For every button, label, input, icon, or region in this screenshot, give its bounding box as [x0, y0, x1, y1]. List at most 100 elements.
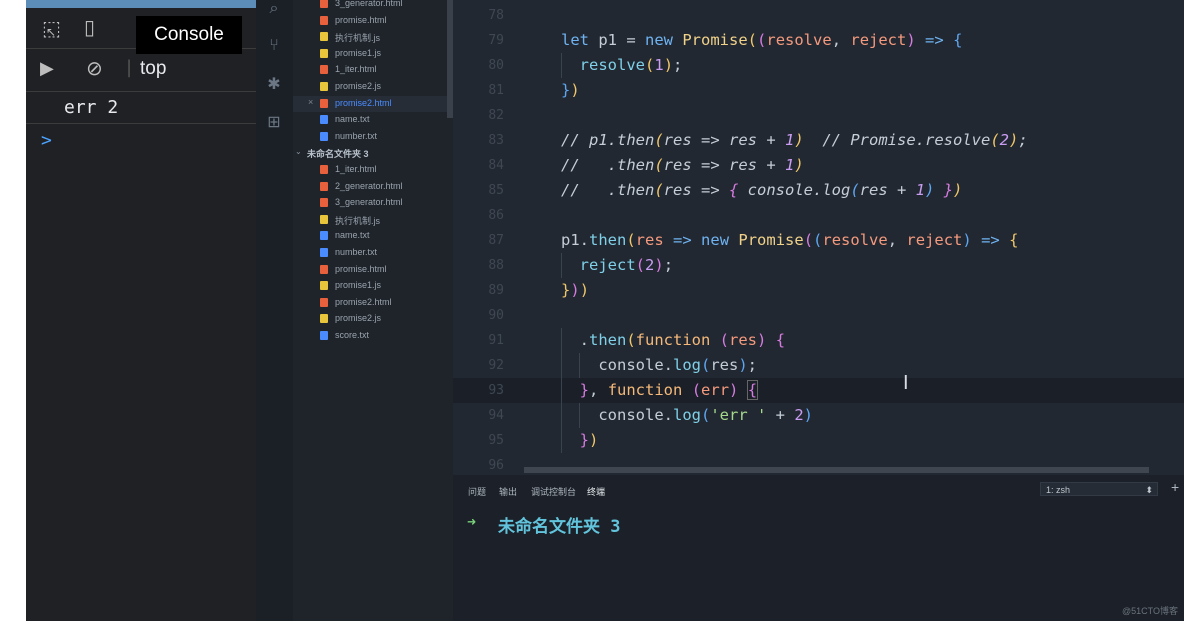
tab-problems[interactable]: 问题 [468, 485, 486, 498]
inspect-arrow-icon: ↖ [46, 25, 57, 39]
code-text: .then(function (res) { [561, 331, 786, 349]
devtools-toolbar: ⬚ ↖ ▯ Console [26, 8, 256, 54]
txt-file-icon [320, 115, 328, 125]
chevron-updown-icon: ⬍ [1145, 485, 1153, 495]
file-name: name.txt [335, 114, 370, 125]
line-number: 81 [488, 83, 504, 98]
file-name: 执行机制.js [335, 215, 381, 226]
html-file-icon [320, 297, 328, 307]
line-number: 83 [488, 133, 504, 148]
console-log-line: err 2 [64, 97, 119, 118]
line-number: 80 [488, 58, 504, 73]
file-name: promise.html [335, 14, 387, 25]
file-row[interactable]: promise.html [293, 13, 453, 29]
editor-horizontal-scrollbar[interactable] [524, 467, 1149, 473]
line-number: 90 [488, 308, 504, 323]
file-name: promise2.js [335, 81, 382, 91]
search-icon[interactable]: ⌕ [264, 0, 284, 20]
js-file-icon [320, 82, 328, 91]
file-name: name.txt [335, 230, 370, 241]
code-editor[interactable]: 78 79 let p1 = new Promise((resolve, rej… [453, 0, 1184, 475]
close-icon[interactable]: × [308, 97, 313, 107]
device-toggle-icon[interactable]: ▯ [84, 15, 95, 39]
tab-terminal[interactable]: 终端 [587, 485, 605, 498]
file-name: score.txt [335, 330, 370, 340]
file-row[interactable]: promise2.js [293, 311, 453, 327]
file-row[interactable]: × promise2.html [293, 95, 453, 112]
tab-debug-console[interactable]: 调试控制台 [531, 485, 576, 498]
indent-guide [579, 353, 580, 378]
file-row[interactable]: 2_generator.html [293, 179, 453, 195]
indent-guide [561, 328, 562, 453]
html-file-icon [320, 264, 328, 274]
line-number: 84 [488, 158, 504, 173]
console-toolbar: ▶ ⊘ | top [26, 49, 256, 92]
js-file-icon [320, 281, 328, 291]
line-number: 93 [488, 383, 504, 398]
file-name: promise2.js [335, 313, 382, 324]
html-file-icon [320, 15, 328, 25]
file-row[interactable]: name.txt [293, 228, 453, 244]
code-text: reject(2); [579, 256, 674, 274]
line-number: 94 [488, 408, 504, 423]
toolbar-divider: | [126, 57, 133, 78]
indent-guide [561, 53, 562, 78]
file-name: number.txt [335, 130, 378, 141]
new-terminal-button[interactable]: + [1171, 479, 1179, 495]
html-file-icon [320, 65, 328, 75]
file-name: number.txt [335, 247, 378, 257]
html-file-icon [320, 0, 328, 8]
clear-console-icon[interactable]: ⊘ [86, 56, 103, 80]
file-row[interactable]: 3_generator.html [293, 195, 453, 211]
bottom-panel: 问题 输出 调试控制台 终端 1: zsh ⬍ + ➜ 未命名文件夹 3 [453, 475, 1184, 621]
folder-label: 未命名文件夹 3 [307, 149, 369, 159]
txt-file-icon [320, 248, 328, 257]
indent-guide [561, 253, 562, 278]
file-row[interactable]: promise1.js [293, 46, 453, 62]
context-selector[interactable]: top [140, 58, 166, 80]
file-name: promise1.js [335, 280, 382, 291]
sidebar-toggle-icon[interactable]: ▶ [40, 58, 54, 79]
file-row[interactable]: 执行机制.js [293, 212, 453, 228]
code-text: })) [561, 281, 590, 299]
file-row[interactable]: promise1.js [293, 278, 453, 294]
file-row[interactable]: 执行机制.js [293, 29, 453, 45]
file-name: promise2.html [335, 97, 392, 108]
file-row[interactable]: score.txt [293, 328, 453, 344]
file-row[interactable]: 1_iter.html [293, 62, 453, 78]
console-prompt[interactable]: > [41, 130, 52, 151]
devtools-console-panel: ⬚ ↖ ▯ Console ▶ ⊘ | top err 2 > [26, 0, 256, 621]
file-explorer: 3_generator.html promise.html 执行机制.js promi… [293, 0, 453, 621]
line-number: 78 [488, 8, 504, 23]
file-name: promise2.html [335, 296, 392, 307]
line-number: 86 [488, 208, 504, 223]
file-row[interactable]: number.txt [293, 129, 453, 145]
code-text: resolve(1); [579, 56, 683, 74]
code-text: p1.then(res => new Promise((resolve, rej… [561, 231, 1019, 249]
debug-icon[interactable]: ✱ [264, 74, 284, 94]
line-number: 96 [488, 458, 504, 473]
folder-row[interactable]: ⌄ 未命名文件夹 3 [293, 145, 453, 161]
source-control-icon[interactable]: ⑂ [264, 37, 284, 57]
file-row[interactable]: 3_generator.html [293, 0, 453, 12]
code-comment: // .then(res => res + 1) [561, 156, 804, 174]
file-row[interactable]: 1_iter.html [293, 162, 453, 178]
txt-file-icon [320, 331, 328, 340]
tab-output[interactable]: 输出 [499, 485, 517, 498]
file-row[interactable]: promise2.html [293, 295, 453, 311]
txt-file-icon [320, 231, 328, 241]
terminal-select[interactable]: 1: zsh ⬍ [1040, 482, 1158, 496]
console-message: err 2 [26, 92, 256, 124]
html-file-icon [320, 165, 328, 174]
code-text: console.log(res); [561, 356, 758, 374]
window-strip [26, 0, 256, 8]
text-cursor-icon: I [903, 372, 909, 394]
file-row[interactable]: promise2.js [293, 79, 453, 95]
code-comment: // .then(res => { console.log(res + 1) }… [561, 181, 963, 199]
file-row[interactable]: name.txt [293, 112, 453, 128]
file-row[interactable]: number.txt [293, 245, 453, 261]
terminal-cwd: 未命名文件夹 3 [498, 517, 621, 537]
extensions-icon[interactable]: ⊞ [264, 112, 284, 132]
file-row[interactable]: promise.html [293, 262, 453, 278]
code-text: }) [561, 81, 580, 99]
